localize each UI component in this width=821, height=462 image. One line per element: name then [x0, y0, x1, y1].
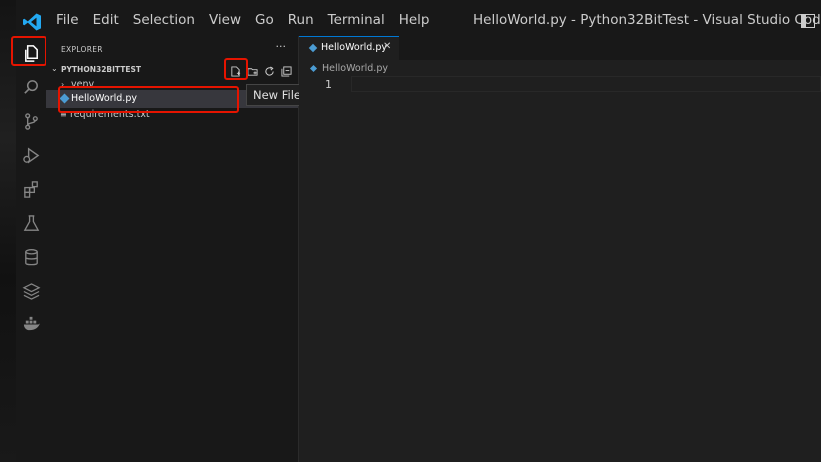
line-number: 1: [325, 78, 332, 91]
menu-go[interactable]: Go: [255, 12, 274, 28]
menu-run[interactable]: Run: [288, 12, 314, 28]
tab-bar: HelloWorld.py ✕: [299, 36, 821, 60]
source-control-button[interactable]: [16, 106, 46, 136]
layers-button[interactable]: [16, 276, 46, 306]
collapse-all-icon: [280, 65, 292, 77]
activity-bar: [16, 36, 46, 462]
python-file-icon: [309, 64, 318, 73]
menu-selection[interactable]: Selection: [133, 12, 195, 28]
run-debug-button[interactable]: [16, 140, 46, 170]
refresh-icon: [264, 65, 274, 76]
docker-icon: [23, 316, 40, 330]
tab-label: HelloWorld.py: [321, 42, 387, 53]
toggle-sidebar-icon[interactable]: [801, 14, 815, 28]
new-file-highlight-box: [224, 58, 248, 80]
tab-helloworld[interactable]: HelloWorld.py ✕: [299, 36, 399, 60]
extensions-button[interactable]: [16, 174, 46, 204]
explorer-highlight-box: [11, 36, 47, 66]
window-title: HelloWorld.py - Python32BitTest - Visual…: [473, 12, 821, 28]
menu-file[interactable]: File: [56, 12, 79, 28]
menu-bar: File Edit Selection View Go Run Terminal…: [56, 12, 443, 28]
breadcrumb[interactable]: HelloWorld.py: [309, 63, 388, 74]
run-debug-icon: [22, 146, 39, 164]
breadcrumb-file: HelloWorld.py: [322, 63, 388, 74]
database-button[interactable]: [16, 242, 46, 272]
layers-icon: [22, 282, 40, 300]
database-icon: [24, 248, 38, 265]
testing-button[interactable]: [16, 208, 46, 238]
current-line-highlight[interactable]: [351, 76, 821, 92]
explorer-title: EXPLORER: [61, 45, 103, 54]
helloworld-highlight-box: [58, 86, 239, 113]
python-file-icon: [308, 43, 318, 53]
testing-icon: [23, 214, 39, 231]
docker-button[interactable]: [16, 308, 46, 338]
explorer-more-button[interactable]: ···: [276, 40, 287, 53]
menu-terminal[interactable]: Terminal: [328, 12, 385, 28]
vscode-logo-icon: [23, 13, 41, 31]
close-icon[interactable]: ✕: [383, 41, 391, 52]
new-folder-icon: [246, 67, 258, 76]
folder-name: PYTHON32BITTEST: [61, 65, 141, 74]
chevron-down-icon: ⌄: [51, 64, 58, 73]
menu-help[interactable]: Help: [399, 12, 430, 28]
search-button[interactable]: [16, 72, 46, 102]
editor-area: HelloWorld.py ✕ HelloWorld.py 1: [299, 36, 821, 462]
extensions-icon: [23, 180, 38, 198]
menu-edit[interactable]: Edit: [93, 12, 119, 28]
menu-view[interactable]: View: [209, 12, 241, 28]
search-icon: [23, 79, 38, 94]
source-control-icon: [24, 112, 38, 130]
desktop-background: [0, 0, 16, 462]
